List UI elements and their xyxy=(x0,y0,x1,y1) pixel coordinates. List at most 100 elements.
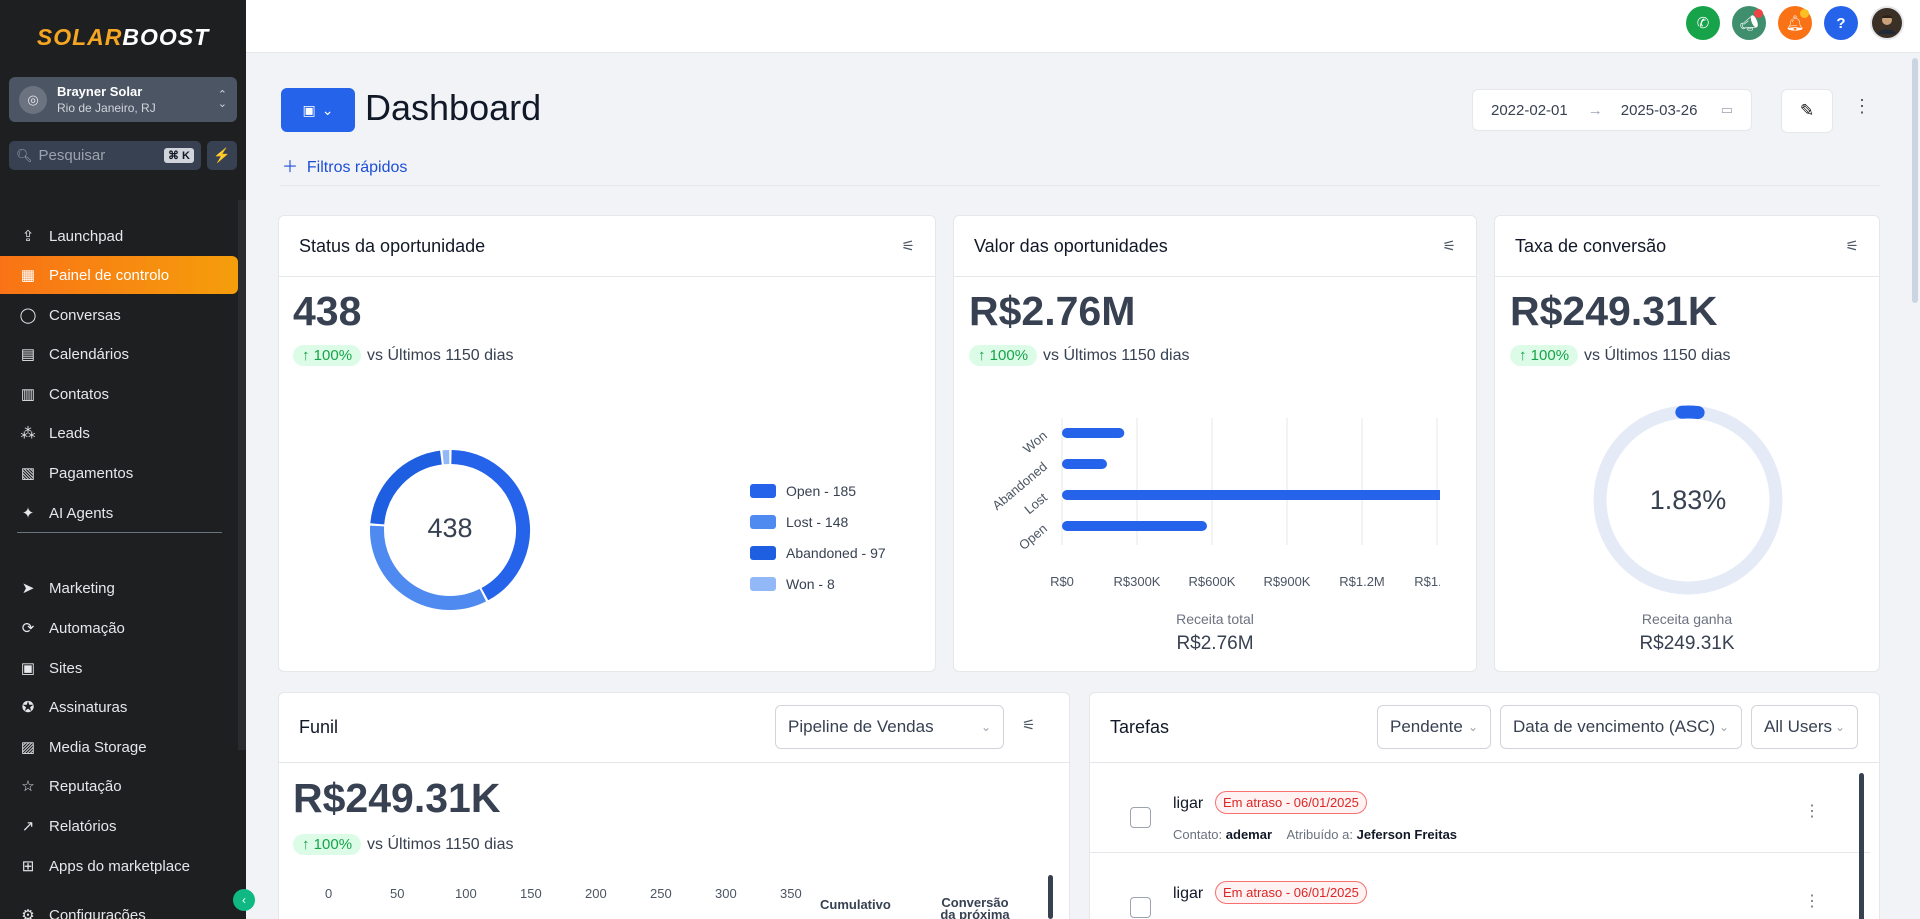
rocket-icon: ⇪ xyxy=(21,228,35,245)
status-filter-select[interactable]: Pendente ⌄ xyxy=(1377,705,1491,749)
assigned-label: Atribuído a: xyxy=(1286,827,1353,842)
sidebar-item-marketing[interactable]: ➤ Marketing xyxy=(0,569,238,607)
funnel-scrollbar[interactable] xyxy=(1048,875,1053,919)
change-period: vs Últimos 1150 dias xyxy=(1584,346,1731,364)
bell-icon[interactable]: 🔔︎ xyxy=(1778,6,1812,40)
change-indicator: ↑ 100% vs Últimos 1150 dias xyxy=(293,345,513,366)
bar-lost[interactable] xyxy=(1062,490,1440,500)
sidebar-item-media-storage[interactable]: ▨ Media Storage xyxy=(0,728,238,766)
account-switcher[interactable]: ◎ Brayner Solar Rio de Janeiro, RJ ⌃ ⌄ xyxy=(9,77,237,122)
grid-icon: ▦ xyxy=(20,267,36,284)
sidebar-item-conversas[interactable]: ◯ Conversas xyxy=(0,296,238,334)
chevron-down-icon: ⌄ xyxy=(321,101,334,118)
funnel-axis-tick: 200 xyxy=(585,886,607,901)
help-icon[interactable]: ? xyxy=(1824,6,1858,40)
chevron-updown-icon: ⌃ ⌄ xyxy=(217,88,227,110)
sidebar-item-label: Launchpad xyxy=(49,227,124,245)
phone-icon[interactable]: ✆ xyxy=(1686,6,1720,40)
legend-item[interactable]: Lost - 148 xyxy=(750,506,886,537)
assigned-name: Jeferson Freitas xyxy=(1356,827,1458,842)
sidebar-item-sites[interactable]: ▣ Sites xyxy=(0,649,238,687)
task-more-icon[interactable]: ⋮ xyxy=(1804,801,1820,821)
page-scrollbar[interactable] xyxy=(1912,58,1918,303)
date-range-picker[interactable]: 2022-02-01 → 2025-03-26 ▭ xyxy=(1472,89,1752,131)
sidebar-item-apps-do-marketplace[interactable]: ⊞ Apps do marketplace xyxy=(0,847,238,885)
sidebar-item-leads[interactable]: ⁂ Leads xyxy=(0,414,238,452)
task-more-icon[interactable]: ⋮ xyxy=(1804,891,1820,911)
contact-name[interactable]: ademar xyxy=(1226,827,1272,842)
sidebar-item-configura-es[interactable]: ⚙ Configurações xyxy=(0,896,238,919)
more-options-icon[interactable]: ⋮ xyxy=(1853,96,1871,117)
funnel-axis-tick: 150 xyxy=(520,886,542,901)
filter-settings-icon[interactable]: ⚟ xyxy=(1443,237,1456,255)
y-category-label: Open xyxy=(1016,521,1050,553)
legend-swatch xyxy=(750,483,776,498)
account-name: Brayner Solar xyxy=(57,84,143,99)
filter-settings-icon[interactable]: ⚟ xyxy=(1022,716,1035,734)
opportunity-value-bar-chart: R$0R$300KR$600KR$900KR$1.2MR$1.5MWonAban… xyxy=(989,418,1440,589)
sidebar-item-automa-o[interactable]: ⟳ Automação xyxy=(0,609,238,647)
filter-settings-icon[interactable]: ⚟ xyxy=(902,237,915,255)
legend-item[interactable]: Won - 8 xyxy=(750,568,886,599)
award-icon: ✪ xyxy=(21,699,35,716)
task-row[interactable]: ligarEm atraso - 06/01/2025Contato: adem… xyxy=(1090,763,1870,853)
card-title: Valor das oportunidades xyxy=(974,235,1168,256)
calendar-icon: ▤ xyxy=(20,346,36,363)
filter-settings-icon[interactable]: ⚟ xyxy=(1846,237,1859,255)
pipeline-select[interactable]: Pipeline de Vendas ⌄ xyxy=(775,705,1004,749)
bar-won[interactable] xyxy=(1062,428,1125,438)
sidebar-item-relat-rios[interactable]: ↗ Relatórios xyxy=(0,807,238,845)
task-row[interactable]: ligarEm atraso - 06/01/2025Contato: adem… xyxy=(1090,853,1870,919)
bar-open[interactable] xyxy=(1062,521,1207,531)
task-checkbox[interactable] xyxy=(1130,807,1151,828)
won-revenue-caption: Receita ganha xyxy=(1641,611,1733,627)
legend-label: Won - 8 xyxy=(786,575,835,592)
legend-item[interactable]: Abandoned - 97 xyxy=(750,537,886,568)
bar-abandoned[interactable] xyxy=(1062,459,1107,469)
sidebar-item-reputa-o[interactable]: ☆ Reputação xyxy=(0,767,238,805)
gear-icon: ⚙ xyxy=(21,907,35,919)
task-checkbox[interactable] xyxy=(1130,897,1151,918)
change-period: vs Últimos 1150 dias xyxy=(367,835,514,853)
contact-label: Contato: xyxy=(1173,827,1223,842)
x-tick-label: R$1.5M xyxy=(1414,574,1440,589)
brand-logo[interactable]: SOLAR BOOST xyxy=(0,0,246,74)
sidebar-item-painel-de-controlo[interactable]: ▦ Painel de controlo xyxy=(0,256,238,294)
sidebar-item-launchpad[interactable]: ⇪ Launchpad xyxy=(0,217,238,255)
gauge-value-arc xyxy=(1675,405,1705,420)
collapse-sidebar-icon[interactable]: ‹ xyxy=(233,889,255,911)
legend-item[interactable]: Open - 185 xyxy=(750,475,886,506)
sidebar-scrollbar[interactable] xyxy=(238,200,246,750)
status-filter-value: Pendente xyxy=(1390,717,1463,736)
user-avatar[interactable] xyxy=(1870,6,1904,40)
sidebar-item-pagamentos[interactable]: ▧ Pagamentos xyxy=(0,454,238,492)
sidebar-item-label: Automação xyxy=(49,619,125,637)
header-divider xyxy=(280,185,1880,186)
sidebar-item-contatos[interactable]: ▥ Contatos xyxy=(0,375,238,413)
date-from: 2022-02-01 xyxy=(1491,101,1568,119)
user-filter-select[interactable]: All Users ⌄ xyxy=(1751,705,1858,749)
edit-dashboard-button[interactable]: ✎ xyxy=(1781,89,1833,133)
x-tick-label: R$300K xyxy=(1114,574,1161,589)
search-icon: 🔍︎ xyxy=(16,147,33,163)
search-input[interactable]: 🔍︎ Pesquisar ⌘ K xyxy=(9,141,201,170)
quick-action-bolt-icon[interactable]: ⚡ xyxy=(207,141,237,170)
sidebar-item-ai-agents[interactable]: ✦ AI Agents xyxy=(0,494,238,532)
quick-filters-link[interactable]: ＋ Filtros rápidos xyxy=(282,153,407,177)
sidebar-item-calend-rios[interactable]: ▤ Calendários xyxy=(0,335,238,373)
chevron-down-icon: ⌄ xyxy=(1834,720,1845,734)
sidebar-item-label: Marketing xyxy=(49,579,115,597)
arrow-right-icon: → xyxy=(1587,101,1603,119)
sort-filter-select[interactable]: Data de vencimento (ASC) ⌄ xyxy=(1500,705,1742,749)
dashboard-switcher-button[interactable]: ▣ ⌄ xyxy=(281,88,355,132)
change-badge: ↑ 100% xyxy=(293,834,362,855)
donut-legend: Open - 185 Lost - 148 Abandoned - 97 Won - … xyxy=(750,475,886,599)
logo-part-2: BOOST xyxy=(122,23,210,50)
sidebar-item-assinaturas[interactable]: ✪ Assinaturas xyxy=(0,688,238,726)
opportunity-count: 438 xyxy=(293,288,362,334)
megaphone-icon[interactable]: 📣︎ xyxy=(1732,6,1766,40)
tasks-scrollbar[interactable] xyxy=(1859,773,1864,919)
change-badge: ↑ 100% xyxy=(293,345,362,366)
sites-icon: ▣ xyxy=(20,660,36,677)
overdue-badge: Em atraso - 06/01/2025 xyxy=(1215,791,1367,814)
